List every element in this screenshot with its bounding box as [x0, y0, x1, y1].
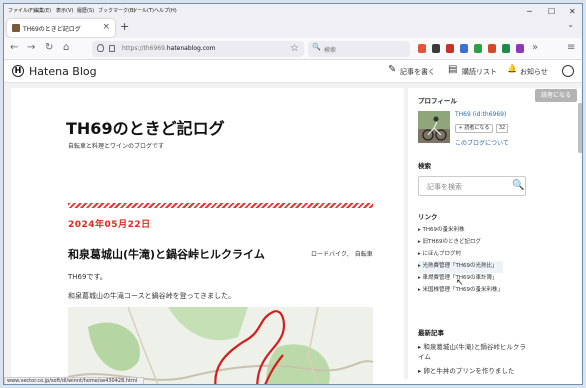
lock-icon[interactable]: [109, 45, 115, 52]
browser-window: ファイル(F) 編集(E) 表示(V) 履歴(S) ブックマーク(B) ツール(…: [3, 3, 583, 385]
hatena-logo-icon[interactable]: H: [12, 65, 24, 77]
menu-edit[interactable]: 編集(E): [34, 7, 51, 14]
close-tab-icon[interactable]: ×: [102, 22, 110, 32]
reload-icon[interactable]: ↻: [45, 42, 53, 53]
recent-post-item[interactable]: ▸ 卵と牛丼のプリンを作りました: [418, 366, 528, 376]
minimize-button[interactable]: ─: [527, 7, 532, 16]
overflow-icon[interactable]: »: [532, 42, 538, 53]
close-window-button[interactable]: ✕: [569, 7, 576, 16]
subscribe-button[interactable]: + 読者になる: [455, 124, 493, 133]
about-blog-link[interactable]: このブログについて: [455, 138, 509, 147]
page-content: TH69のときど記ログ 自転車と料理とワインのブログです 2024年05月22日…: [4, 83, 582, 384]
reader-count-badge: 32: [496, 124, 508, 133]
route-map-image[interactable]: [68, 307, 373, 384]
scrollbar[interactable]: [578, 103, 582, 153]
reading-list-icon[interactable]: ▤: [448, 64, 457, 75]
menu-file[interactable]: ファイル(F): [8, 7, 35, 14]
extension-red-icon[interactable]: [446, 44, 454, 53]
hatena-logo[interactable]: Hatena Blog: [29, 65, 97, 78]
subscribe-top-button[interactable]: 読者になる: [535, 89, 577, 102]
user-avatar-icon[interactable]: [562, 65, 574, 77]
menu-bookmarks[interactable]: ブックマーク(B): [98, 7, 135, 14]
search-icon[interactable]: 🔍: [512, 180, 524, 191]
back-icon[interactable]: ←: [10, 42, 18, 53]
extension-purple-icon[interactable]: [516, 44, 524, 53]
favicon-icon: [12, 24, 20, 32]
forward-icon[interactable]: →: [27, 42, 35, 53]
link-item[interactable]: ▸ にほんブログ村: [418, 249, 503, 261]
profile-name[interactable]: TH69 (id:th6969): [455, 111, 506, 118]
recent-posts-list: ▸ 和泉葛城山(牛滝)と鍋谷峠ヒルクライム ▸ 卵と牛丼のプリンを作りました: [418, 342, 528, 376]
hatena-header: H Hatena Blog ✎ 記事を書く ▤ 購読リスト 🔔 お知らせ: [4, 60, 582, 83]
menu-help[interactable]: ヘルプ(H): [154, 7, 177, 14]
menu-tools[interactable]: ツール(T): [132, 7, 154, 14]
recent-post-item[interactable]: ▸ 和泉葛城山(牛滝)と鍋谷峠ヒルクライム: [418, 342, 528, 362]
post-categories[interactable]: ロードバイク, 自転車: [311, 249, 373, 258]
status-bar-url: www.vector.co.jp/soft/dl/winnt/home/se43…: [4, 377, 144, 384]
mouse-cursor-icon: ↖: [456, 278, 464, 288]
tab-blog[interactable]: TH69のときど記ログ ×: [7, 19, 115, 37]
menu-bar: ファイル(F) 編集(E) 表示(V) 履歴(S) ブックマーク(B) ツール(…: [4, 4, 582, 16]
blog-title[interactable]: TH69のときど記ログ: [66, 115, 225, 139]
profile-heading: プロフィール: [418, 97, 457, 105]
extension-blue-icon[interactable]: [460, 44, 468, 53]
tab-title: TH69のときど記ログ: [23, 26, 81, 33]
extension-green-icon[interactable]: [474, 44, 482, 53]
app-menu-icon[interactable]: ≡: [567, 42, 575, 53]
extension-dark-icon[interactable]: [432, 44, 440, 53]
navigation-bar: ← → ↻ ⌂ https://th6969.hatenablog.com ☆ …: [4, 38, 582, 60]
article-search-placeholder: 記事を検索: [427, 183, 462, 191]
tab-list-icon[interactable]: ⌄: [567, 20, 574, 29]
search-placeholder: 検索: [324, 47, 337, 54]
link-item[interactable]: ▸ TH69の蚤米利株: [418, 225, 503, 237]
blog-description: 自転車と料理とワインのブログです: [68, 143, 165, 150]
post-paragraph: 和泉葛城山の牛滝コースと鍋谷峠を登ってきました。: [68, 292, 236, 300]
shield-icon[interactable]: [97, 44, 104, 52]
url-bar[interactable]: https://th6969.hatenablog.com ☆: [92, 41, 304, 57]
pencil-icon[interactable]: ✎: [388, 64, 396, 75]
new-tab-button[interactable]: +: [120, 20, 129, 33]
bookmark-star-icon[interactable]: ☆: [290, 43, 299, 54]
bell-icon[interactable]: 🔔: [507, 64, 517, 73]
profile-image[interactable]: [418, 111, 450, 143]
notifications-link[interactable]: お知らせ: [520, 67, 548, 77]
post-paragraph: TH69です。: [68, 273, 107, 281]
search-icon: 🔍: [312, 43, 321, 51]
links-heading: リンク: [418, 213, 438, 221]
menu-view[interactable]: 表示(V): [56, 7, 73, 14]
main-column: TH69のときど記ログ 自転車と料理とワインのブログです 2024年05月22日…: [11, 88, 404, 384]
sidebar: プロフィール TH69 (id:th6969) + 読者になる 32 このブログ…: [408, 88, 581, 384]
extension-orange-icon[interactable]: [488, 44, 496, 53]
post-date[interactable]: 2024年05月22日: [68, 217, 151, 230]
tab-bar: TH69のときど記ログ × + ⌄: [4, 16, 582, 38]
link-item[interactable]: ▸ 旧TH69のときど記ログ: [418, 237, 503, 249]
search-bar[interactable]: 🔍 検索: [308, 41, 410, 57]
date-divider: [68, 203, 373, 208]
post-title[interactable]: 和泉葛城山(牛滝)と鍋谷峠ヒルクライム: [68, 246, 265, 262]
maximize-button[interactable]: ☐: [548, 7, 555, 16]
article-search-input[interactable]: 記事を検索 🔍: [418, 176, 526, 196]
menu-history[interactable]: 履歴(S): [77, 7, 94, 14]
write-article-link[interactable]: 記事を書く: [400, 67, 435, 77]
reading-list-link[interactable]: 購読リスト: [462, 67, 497, 77]
home-icon[interactable]: ⌂: [63, 42, 69, 53]
url-text[interactable]: https://th6969.hatenablog.com: [122, 45, 216, 52]
search-heading: 検索: [418, 162, 431, 170]
extension-pocket-icon[interactable]: [418, 44, 426, 53]
extension-sheet-icon[interactable]: [502, 44, 510, 53]
link-item[interactable]: ▸ 光熱費管理「TH69の光熱比」: [418, 261, 504, 273]
recent-posts-heading: 最新記事: [418, 329, 444, 337]
